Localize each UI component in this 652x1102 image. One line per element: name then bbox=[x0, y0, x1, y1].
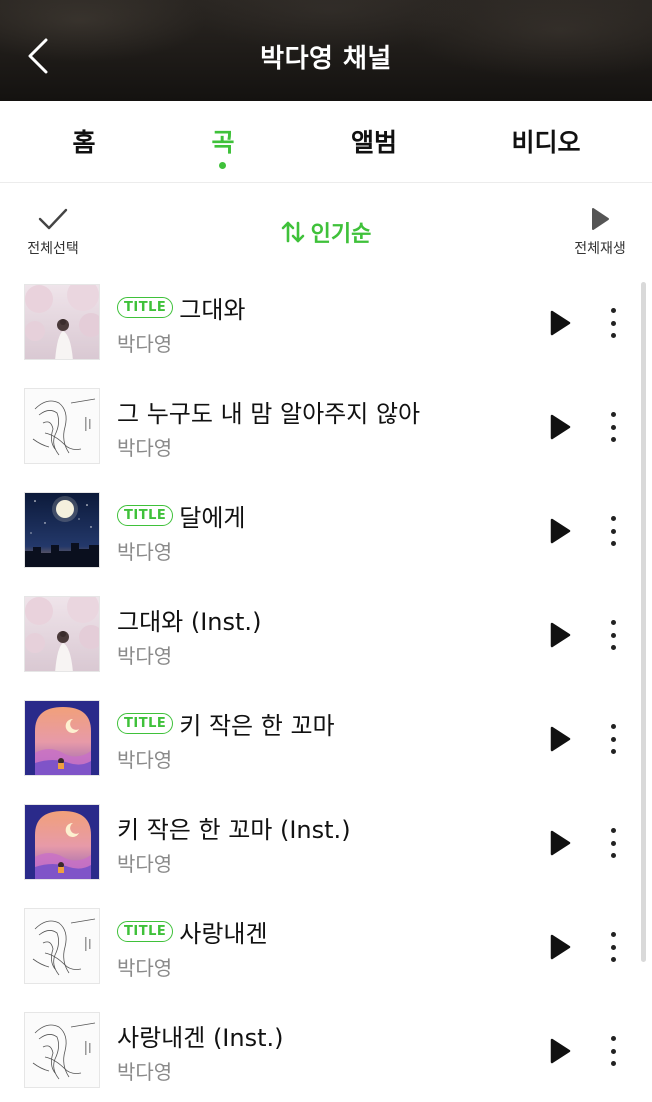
play-icon bbox=[592, 208, 609, 230]
song-row[interactable]: TITLE 그대와 박다영 bbox=[0, 270, 640, 374]
sketch-girl-art bbox=[25, 389, 99, 463]
song-title: TITLE 그대와 bbox=[117, 290, 246, 325]
sort-label: 인기순 bbox=[310, 222, 372, 247]
album-art-image bbox=[24, 284, 100, 360]
more-options-icon[interactable] bbox=[598, 410, 628, 444]
tab-home[interactable]: 홈 bbox=[14, 123, 154, 159]
scrollbar[interactable] bbox=[641, 282, 646, 962]
title-badge: TITLE bbox=[117, 921, 174, 942]
song-title-text: 사랑내겐 (Inst.) bbox=[117, 1024, 284, 1052]
song-title: 키 작은 한 꼬마 (Inst.) bbox=[117, 810, 351, 845]
play-icon bbox=[550, 622, 571, 648]
tab-videos[interactable]: 비디오 bbox=[476, 123, 616, 159]
song-artist: 박다영 bbox=[117, 540, 173, 564]
play-button[interactable] bbox=[545, 724, 575, 754]
album-art-image bbox=[24, 596, 100, 672]
active-tab-indicator bbox=[219, 162, 226, 169]
play-icon bbox=[550, 726, 571, 752]
page-title: 박다영 채널 bbox=[260, 44, 392, 74]
list-toolbar: 전체선택 인기순 전체재생 bbox=[0, 184, 652, 270]
song-title-text: 사랑내겐 bbox=[179, 920, 268, 948]
sketch-girl-art bbox=[25, 1013, 99, 1087]
tab-bar: 홈 곡 앨범 비디오 bbox=[0, 101, 652, 183]
sunset-arch-art bbox=[25, 805, 99, 879]
song-title-text: 키 작은 한 꼬마 bbox=[179, 712, 335, 740]
play-icon bbox=[550, 1038, 571, 1064]
play-button[interactable] bbox=[545, 932, 575, 962]
album-art-image bbox=[24, 908, 100, 984]
play-icon bbox=[550, 310, 571, 336]
song-title-text: 그 누구도 내 맘 알아주지 않아 bbox=[117, 400, 421, 428]
album-art-image bbox=[24, 700, 100, 776]
song-artist: 박다영 bbox=[117, 852, 173, 876]
song-title: TITLE 달에게 bbox=[117, 498, 246, 533]
play-all-button[interactable]: 전체재생 bbox=[568, 206, 632, 258]
song-title: TITLE 키 작은 한 꼬마 bbox=[117, 706, 335, 741]
play-icon bbox=[550, 414, 571, 440]
more-options-icon[interactable] bbox=[598, 618, 628, 652]
title-badge: TITLE bbox=[117, 297, 174, 318]
song-title-text: 키 작은 한 꼬마 (Inst.) bbox=[117, 816, 351, 844]
play-button[interactable] bbox=[545, 620, 575, 650]
more-options-icon[interactable] bbox=[598, 826, 628, 860]
sort-button[interactable]: 인기순 bbox=[0, 216, 652, 250]
song-row[interactable]: 사랑내겐 (Inst.) 박다영 bbox=[0, 998, 640, 1102]
song-row[interactable]: 그 누구도 내 맘 알아주지 않아 박다영 bbox=[0, 374, 640, 478]
moon-night-art bbox=[25, 493, 99, 567]
song-row[interactable]: 그대와 (Inst.) 박다영 bbox=[0, 582, 640, 686]
song-artist: 박다영 bbox=[117, 1060, 173, 1084]
sunset-arch-art bbox=[25, 701, 99, 775]
song-row[interactable]: TITLE 키 작은 한 꼬마 박다영 bbox=[0, 686, 640, 790]
play-icon bbox=[550, 830, 571, 856]
more-options-icon[interactable] bbox=[598, 722, 628, 756]
song-row[interactable]: 키 작은 한 꼬마 (Inst.) 박다영 bbox=[0, 790, 640, 894]
more-options-icon[interactable] bbox=[598, 1034, 628, 1068]
song-artist: 박다영 bbox=[117, 332, 173, 356]
song-artist: 박다영 bbox=[117, 748, 173, 772]
title-badge: TITLE bbox=[117, 505, 174, 526]
play-button[interactable] bbox=[545, 412, 575, 442]
song-row[interactable]: TITLE 사랑내겐 박다영 bbox=[0, 894, 640, 998]
song-title-text: 달에게 bbox=[179, 504, 246, 532]
play-button[interactable] bbox=[545, 308, 575, 338]
sketch-girl-art bbox=[25, 909, 99, 983]
more-options-icon[interactable] bbox=[598, 930, 628, 964]
album-art-image bbox=[24, 388, 100, 464]
tab-albums[interactable]: 앨범 bbox=[304, 123, 444, 159]
song-title-text: 그대와 bbox=[179, 296, 246, 324]
cherry-blossom-art bbox=[25, 285, 99, 359]
play-button[interactable] bbox=[545, 516, 575, 546]
play-icon bbox=[550, 518, 571, 544]
play-icon bbox=[550, 934, 571, 960]
song-artist: 박다영 bbox=[117, 436, 173, 460]
cherry-blossom-art bbox=[25, 597, 99, 671]
sort-arrows-icon bbox=[281, 220, 305, 250]
album-art-image bbox=[24, 804, 100, 880]
play-all-label: 전체재생 bbox=[574, 241, 626, 257]
channel-header: 박다영 채널 bbox=[0, 0, 652, 101]
more-options-icon[interactable] bbox=[598, 514, 628, 548]
song-title-text: 그대와 (Inst.) bbox=[117, 608, 262, 636]
play-button[interactable] bbox=[545, 1036, 575, 1066]
song-artist: 박다영 bbox=[117, 956, 173, 980]
song-title: 사랑내겐 (Inst.) bbox=[117, 1018, 284, 1053]
tab-songs[interactable]: 곡 bbox=[153, 123, 293, 159]
play-button[interactable] bbox=[545, 828, 575, 858]
song-title: 그 누구도 내 맘 알아주지 않아 bbox=[117, 394, 420, 429]
album-art-image bbox=[24, 1012, 100, 1088]
song-row[interactable]: TITLE 달에게 박다영 bbox=[0, 478, 640, 582]
song-artist: 박다영 bbox=[117, 644, 173, 668]
more-options-icon[interactable] bbox=[598, 306, 628, 340]
song-title: TITLE 사랑내겐 bbox=[117, 914, 268, 949]
album-art-image bbox=[24, 492, 100, 568]
title-badge: TITLE bbox=[117, 713, 174, 734]
song-title: 그대와 (Inst.) bbox=[117, 602, 261, 637]
